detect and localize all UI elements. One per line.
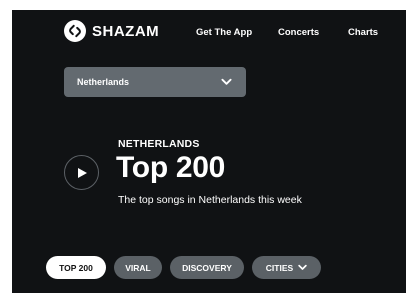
filter-top-200-label: TOP 200 [59, 262, 93, 273]
country-select-value: Netherlands [77, 77, 130, 87]
page-subtitle: The top songs in Netherlands this week [118, 194, 302, 206]
filter-discovery[interactable]: DISCOVERY [170, 256, 244, 279]
chevron-down-icon [221, 78, 232, 85]
page-title: Top 200 [116, 151, 226, 184]
nav-charts[interactable]: Charts [348, 27, 378, 38]
chart-page: SHAZAM Get The App Concerts Charts Nethe… [12, 10, 406, 293]
play-icon [78, 167, 87, 178]
filter-discovery-label: DISCOVERY [182, 262, 232, 273]
nav-get-the-app[interactable]: Get The App [196, 27, 252, 38]
filter-viral[interactable]: VIRAL [114, 256, 162, 279]
filter-viral-label: VIRAL [125, 262, 151, 273]
country-select[interactable]: Netherlands [64, 67, 246, 97]
filter-top-200[interactable]: TOP 200 [46, 256, 106, 279]
nav-concerts[interactable]: Concerts [278, 27, 319, 38]
chart-country-label: NETHERLANDS [118, 138, 200, 150]
play-all-button[interactable] [64, 155, 99, 190]
shazam-logo-icon [64, 20, 86, 42]
shazam-logo[interactable]: SHAZAM [64, 20, 159, 42]
chevron-down-icon [298, 264, 307, 270]
brand-name: SHAZAM [92, 22, 160, 40]
filter-cities-label: CITIES [265, 262, 294, 273]
filter-cities[interactable]: CITIES [252, 256, 321, 279]
